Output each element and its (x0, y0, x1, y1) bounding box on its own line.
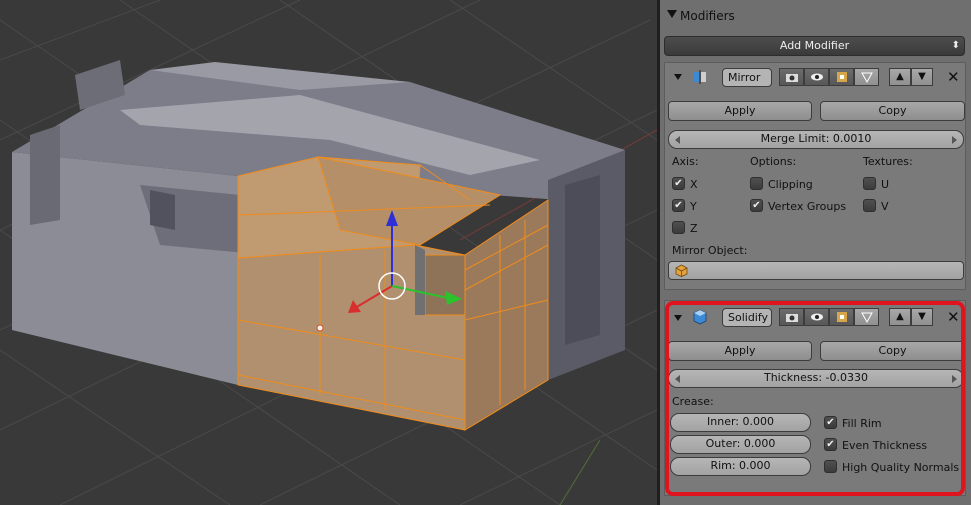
thickness-field[interactable]: Thickness: -0.0330 (668, 369, 964, 388)
decrement-arrow-icon[interactable] (675, 375, 680, 383)
move-up-icon[interactable]: ▲ (889, 68, 911, 86)
move-down-icon[interactable]: ▼ (911, 68, 933, 86)
mirror-modifier-icon (694, 70, 706, 84)
move-down-icon[interactable]: ▼ (911, 308, 933, 326)
render-toggle-icon[interactable] (779, 68, 804, 86)
add-modifier-label: Add Modifier (779, 39, 850, 52)
thickness-value: Thickness: -0.0330 (763, 371, 869, 384)
solidify-name-field[interactable]: Solidify (722, 308, 772, 327)
textures-heading: Textures: (863, 155, 913, 168)
decrement-arrow-icon[interactable] (675, 136, 680, 144)
solidify-close-icon[interactable]: ✕ (947, 310, 960, 325)
viewport-visibility-eye-icon[interactable] (804, 308, 829, 326)
modifiers-panel-header[interactable]: Modifiers (660, 0, 971, 30)
axis-heading: Axis: (672, 155, 699, 168)
clipping-label: Clipping (768, 178, 813, 191)
axis-y-checkbox[interactable]: ✔ (672, 199, 685, 212)
even-thickness-label: Even Thickness (842, 439, 928, 452)
render-toggle-icon[interactable] (779, 308, 804, 326)
add-modifier-button[interactable]: Add Modifier ⬍ (664, 36, 965, 56)
cage-toggle-icon[interactable] (854, 68, 879, 86)
3d-viewport[interactable] (0, 0, 657, 505)
high-quality-normals-label: High Quality Normals (842, 461, 960, 474)
axis-x-label: X (690, 178, 698, 191)
cage-toggle-icon[interactable] (854, 308, 879, 326)
crease-heading: Crease: (672, 395, 714, 408)
merge-limit-value: Merge Limit: 0.0010 (760, 132, 872, 145)
options-heading: Options: (750, 155, 797, 168)
collapse-triangle-icon[interactable] (667, 10, 677, 18)
editmode-toggle-icon[interactable] (829, 68, 854, 86)
viewport-visibility-eye-icon[interactable] (804, 68, 829, 86)
object-cube-icon (675, 264, 688, 277)
texture-v-label: V (881, 200, 889, 213)
mirror-modifier-header: Mirror ▲ ▼ ✕ (660, 62, 971, 90)
axis-x-checkbox[interactable]: ✔ (672, 177, 685, 190)
fill-rim-checkbox[interactable]: ✔ (824, 416, 837, 429)
dropdown-arrows-icon: ⬍ (951, 40, 960, 51)
solidify-modifier-header: Solidify ▲ ▼ ✕ (660, 303, 971, 331)
merge-limit-field[interactable]: Merge Limit: 0.0010 (668, 130, 964, 149)
axis-y-label: Y (690, 200, 697, 213)
y-axis-line (559, 439, 601, 505)
crease-rim-field[interactable]: Rim: 0.000 (670, 457, 811, 476)
solidify-collapse-icon[interactable] (674, 315, 682, 321)
axis-z-checkbox[interactable] (672, 221, 685, 234)
mesh-object[interactable] (12, 60, 625, 431)
texture-v-checkbox[interactable] (863, 199, 876, 212)
vertex-groups-label: Vertex Groups (768, 200, 847, 213)
crease-inner-field[interactable]: Inner: 0.000 (670, 413, 811, 432)
solidify-copy-button[interactable]: Copy (820, 341, 965, 361)
panel-title: Modifiers (680, 9, 735, 23)
increment-arrow-icon[interactable] (952, 136, 957, 144)
mirror-object-field[interactable] (668, 261, 964, 280)
mirror-apply-button[interactable]: Apply (668, 101, 812, 121)
properties-panel: Modifiers Add Modifier ⬍ Mirror ▲ ▼ ✕ Ap… (660, 0, 971, 505)
mirror-object-label: Mirror Object: (672, 244, 748, 257)
mirror-collapse-icon[interactable] (674, 74, 682, 80)
texture-u-checkbox[interactable] (863, 177, 876, 190)
viewport-canvas[interactable] (0, 0, 657, 505)
high-quality-normals-checkbox[interactable] (824, 460, 837, 473)
crease-outer-field[interactable]: Outer: 0.000 (670, 435, 811, 454)
editmode-toggle-icon[interactable] (829, 308, 854, 326)
mirror-name-field[interactable]: Mirror (722, 68, 772, 87)
clipping-checkbox[interactable] (750, 177, 763, 190)
vertex-groups-checkbox[interactable]: ✔ (750, 199, 763, 212)
solidify-apply-button[interactable]: Apply (668, 341, 812, 361)
axis-z-label: Z (690, 222, 698, 235)
mirror-copy-button[interactable]: Copy (820, 101, 965, 121)
even-thickness-checkbox[interactable]: ✔ (824, 438, 837, 451)
mirror-close-icon[interactable]: ✕ (947, 70, 960, 85)
move-up-icon[interactable]: ▲ (889, 308, 911, 326)
fill-rim-label: Fill Rim (842, 417, 882, 430)
increment-arrow-icon[interactable] (952, 375, 957, 383)
object-origin-dot (316, 324, 324, 332)
texture-u-label: U (881, 178, 890, 191)
solidify-modifier-icon (693, 309, 707, 325)
